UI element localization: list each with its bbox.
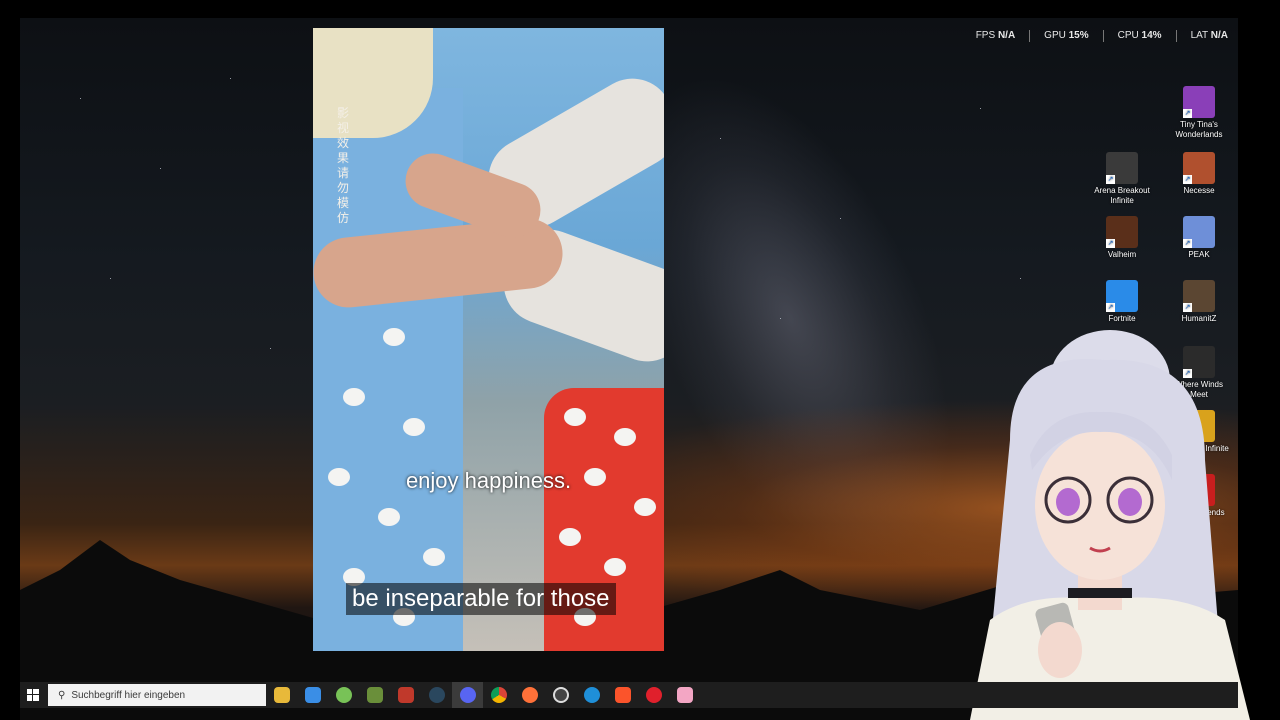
latency-stat: LAT N/A <box>1190 30 1228 41</box>
taskbar-file-explorer[interactable] <box>266 682 297 708</box>
edge-icon <box>583 687 600 703</box>
taskbar-android-app[interactable] <box>328 682 359 708</box>
desktop-icon-humanitz[interactable]: ↗ HumanitZ <box>1168 280 1230 324</box>
taskbar-discord[interactable] <box>452 682 483 708</box>
taskbar-opera[interactable] <box>638 682 669 708</box>
necesse-icon: ↗ <box>1183 152 1215 184</box>
store-icon <box>304 687 321 703</box>
arena-breakout-infinite-icon: ↗ <box>1106 152 1138 184</box>
desktop-icon-valheim[interactable]: ↗ Valheim <box>1091 216 1153 260</box>
search-icon: ⚲ <box>58 689 66 701</box>
minecraft-icon <box>366 687 383 703</box>
gpu-stat: GPU 15% <box>1044 30 1089 41</box>
start-button[interactable] <box>20 682 46 708</box>
taskbar-firefox[interactable] <box>514 682 545 708</box>
file-explorer-icon <box>273 687 290 703</box>
discord-icon <box>459 687 476 703</box>
vtube-studio-icon <box>676 687 693 703</box>
desktop-icon-peak[interactable]: ↗ PEAK <box>1168 216 1230 260</box>
steam-icon <box>428 687 445 703</box>
desktop-icon-tiny-tinas-wonderlands[interactable]: ↗ Tiny Tina's Wonderlands <box>1168 86 1230 140</box>
valheim-icon: ↗ <box>1106 216 1138 248</box>
peak-icon: ↗ <box>1183 216 1215 248</box>
subtitle-upper: enjoy happiness. <box>405 468 572 493</box>
windows-icon <box>27 689 39 701</box>
taskbar-store[interactable] <box>297 682 328 708</box>
desktop-icon-arena-breakout-infinite[interactable]: ↗ Arena Breakout Infinite <box>1091 152 1153 206</box>
desktop-icon-fortnite[interactable]: ↗ Fortnite <box>1091 280 1153 324</box>
obs-icon <box>552 687 569 703</box>
subtitle-lower: be inseparable for those <box>346 583 616 615</box>
search-placeholder: Suchbegriff hier eingeben <box>71 689 186 701</box>
fps-stat: FPS N/A <box>975 30 1016 41</box>
search-box[interactable]: ⚲ Suchbegriff hier eingeben <box>48 684 266 706</box>
snipping-tool-icon <box>397 687 414 703</box>
video-player[interactable]: 影视效果请勿模仿 enjoy happiness. be inseparable… <box>313 28 664 651</box>
taskbar: ⚲ Suchbegriff hier eingeben <box>20 682 1238 708</box>
cpu-stat: CPU 14% <box>1117 30 1162 41</box>
tiny-tinas-wonderlands-icon: ↗ <box>1183 86 1215 118</box>
desktop-icon-necesse[interactable]: ↗ Necesse <box>1168 152 1230 196</box>
taskbar-minecraft[interactable] <box>359 682 390 708</box>
taskbar-snipping-tool[interactable] <box>390 682 421 708</box>
vertical-watermark: 影视效果请勿模仿 <box>337 106 350 225</box>
humanitz-icon: ↗ <box>1183 280 1215 312</box>
taskbar-brave[interactable] <box>607 682 638 708</box>
taskbar-obs[interactable] <box>545 682 576 708</box>
taskbar-chrome[interactable] <box>483 682 514 708</box>
taskbar-edge[interactable] <box>576 682 607 708</box>
brave-icon <box>614 687 631 703</box>
performance-overlay: FPS N/A GPU 15% CPU 14% LAT N/A <box>976 30 1228 42</box>
taskbar-steam[interactable] <box>421 682 452 708</box>
fortnite-icon: ↗ <box>1106 280 1138 312</box>
vtuber-avatar <box>970 330 1250 720</box>
firefox-icon <box>521 687 538 703</box>
chrome-icon <box>490 687 507 703</box>
android-app-icon <box>335 687 352 703</box>
taskbar-vtube-studio[interactable] <box>669 682 700 708</box>
opera-icon <box>645 687 662 703</box>
